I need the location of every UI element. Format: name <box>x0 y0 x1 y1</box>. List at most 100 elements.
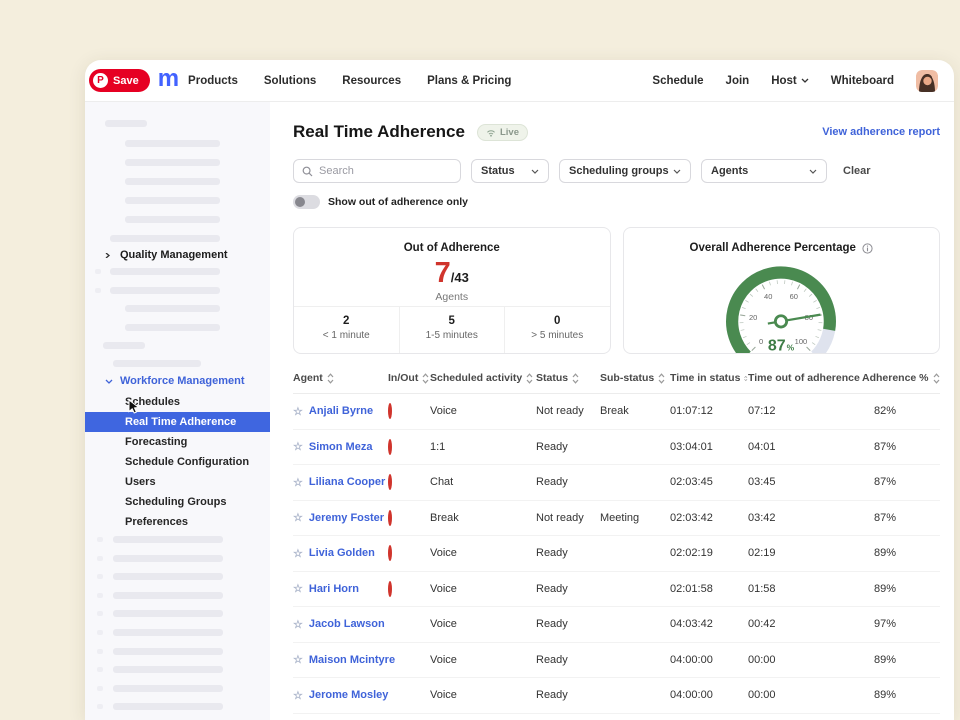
scheduling-groups-filter-dropdown[interactable]: Scheduling groups <box>559 159 691 183</box>
sidebar-skeleton-mark <box>97 704 103 709</box>
pinterest-save-button[interactable]: P Save <box>89 69 150 92</box>
nav-item-join[interactable]: Join <box>726 75 750 87</box>
sidebar-skeleton-bar <box>125 305 220 312</box>
sidebar-section-workforce-management[interactable]: Workforce Management <box>105 373 245 389</box>
stat-1-5-minutes: 5 1-5 minutes <box>399 307 505 353</box>
table-row: ☆Liliana CooperChatReady02:03:4503:4587% <box>293 465 940 501</box>
nav-item-host[interactable]: Host <box>771 75 809 87</box>
favorite-star-icon[interactable]: ☆ <box>293 440 303 453</box>
favorite-star-icon[interactable]: ☆ <box>293 582 303 595</box>
info-icon[interactable] <box>862 243 873 254</box>
column-header-in-out[interactable]: In/Out <box>388 372 430 384</box>
status-cell: Not ready <box>536 512 600 524</box>
status-cell: Ready <box>536 441 600 453</box>
table-row: ☆Jeremy FosterBreakNot readyMeeting02:03… <box>293 501 940 537</box>
column-header-sub-status[interactable]: Sub-status <box>600 372 670 384</box>
column-header-adherence-[interactable]: Adherence % <box>862 372 940 384</box>
agent-name-link[interactable]: ☆ Livia Golden <box>293 547 388 560</box>
sidebar-section-quality-management[interactable]: Quality Management <box>105 247 228 263</box>
sidebar-item-scheduling-groups[interactable]: Scheduling Groups <box>85 492 270 512</box>
agent-name-link[interactable]: ☆Jeremy Foster <box>293 511 388 524</box>
status-filter-dropdown[interactable]: Status <box>471 159 549 183</box>
agent-name-link[interactable]: ☆Simon Meza <box>293 440 388 453</box>
favorite-star-icon[interactable]: ☆ <box>293 476 303 489</box>
nav-item-schedule[interactable]: Schedule <box>652 75 703 87</box>
agent-name-link[interactable]: ☆ Jacob Lawson <box>293 618 388 631</box>
agent-name: Hari Horn <box>309 583 359 595</box>
time-in-status-cell: 03:04:01 <box>670 441 748 453</box>
sidebar-item-users[interactable]: Users <box>85 472 270 492</box>
status-cell: Ready <box>536 654 600 666</box>
sidebar-item-real-time-adherence[interactable]: Real Time Adherence <box>85 412 270 432</box>
column-header-time-in-status[interactable]: Time in status <box>670 372 748 384</box>
clear-filters-button[interactable]: Clear <box>843 165 871 177</box>
agent-name-link[interactable]: ☆Jerome Mosley <box>293 689 388 702</box>
view-adherence-report-link[interactable]: View adherence report <box>822 126 940 138</box>
nav-item-products[interactable]: Products <box>188 75 238 87</box>
sidebar-item-forecasting[interactable]: Forecasting <box>85 432 270 452</box>
table-row: ☆Jerome MosleyVoiceReady04:00:0000:0089% <box>293 678 940 714</box>
nav-item-whiteboard[interactable]: Whiteboard <box>831 75 894 87</box>
agent-name: Livia Golden <box>309 547 375 559</box>
sidebar-skeleton-bar <box>110 268 220 275</box>
toggle-knob <box>295 197 305 207</box>
out-of-adherence-count: 7/43 <box>294 257 610 290</box>
chevron-down-icon <box>105 379 113 384</box>
nav-item-resources[interactable]: Resources <box>342 75 401 87</box>
table-row: ☆Anjali ByrneVoiceNot readyBreak01:07:12… <box>293 394 940 430</box>
favorite-star-icon[interactable]: ☆ <box>293 511 303 524</box>
time-in-status-cell: 02:03:42 <box>670 512 748 524</box>
sidebar-item-schedules[interactable]: Schedules <box>85 392 270 412</box>
table-row: ☆Simon Meza1:1Ready03:04:0104:0187% <box>293 430 940 466</box>
column-header-status[interactable]: Status <box>536 372 600 384</box>
agent-name-link[interactable]: ☆ Liliana Cooper <box>293 476 388 489</box>
out-of-adherence-dot <box>388 510 392 526</box>
out-of-adherence-toggle[interactable] <box>293 195 320 209</box>
agents-filter-dropdown[interactable]: Agents <box>701 159 827 183</box>
adherence-percent-cell: 89% <box>862 689 940 701</box>
favorite-star-icon[interactable]: ☆ <box>293 653 303 666</box>
svg-text:0: 0 <box>759 337 763 346</box>
sidebar-skeleton-bar <box>125 324 220 331</box>
table-row: ☆Maison McintyreVoiceReady04:00:0000:008… <box>293 643 940 679</box>
sidebar-skeleton-bar <box>113 360 201 367</box>
scheduled-activity-cell: Voice <box>430 618 536 630</box>
wifi-icon <box>486 128 496 137</box>
nav-item-plans-pricing[interactable]: Plans & Pricing <box>427 75 511 87</box>
agent-name: Liliana Cooper <box>309 476 385 488</box>
table-row: ☆Livia GoldenVoiceReady02:02:1902:1989% <box>293 536 940 572</box>
scheduled-activity-cell: 1:1 <box>430 441 536 453</box>
table-row: ☆Jacob LawsonVoiceReady04:03:4200:4297% <box>293 607 940 643</box>
sidebar-skeleton-bar <box>125 159 220 166</box>
user-avatar[interactable] <box>916 70 938 92</box>
favorite-star-icon[interactable]: ☆ <box>293 618 303 631</box>
agent-name: Jacob Lawson <box>309 618 385 630</box>
favorite-star-icon[interactable]: ☆ <box>293 405 303 418</box>
stat-value: 5 <box>400 315 505 327</box>
gauge-hub <box>776 316 787 327</box>
sidebar-skeleton-bar <box>125 178 220 185</box>
stat-label: < 1 minute <box>294 330 399 341</box>
miro-logo[interactable]: m <box>158 67 178 91</box>
nav-item-solutions[interactable]: Solutions <box>264 75 316 87</box>
agent-name-link[interactable]: ☆Anjali Byrne <box>293 405 388 418</box>
scheduled-activity-cell: Chat <box>430 476 536 488</box>
out-of-adherence-card: Out of Adherence 7/43 Agents 2 < 1 minut… <box>293 227 611 354</box>
agent-name-link[interactable]: ☆ Hari Horn <box>293 582 388 595</box>
out-count-unit: Agents <box>294 291 610 303</box>
favorite-star-icon[interactable]: ☆ <box>293 547 303 560</box>
column-header-scheduled-activity[interactable]: Scheduled activity <box>430 372 536 384</box>
toggle-row: Show out of adherence only <box>293 195 940 209</box>
table-body: ☆Anjali ByrneVoiceNot readyBreak01:07:12… <box>293 394 940 720</box>
in-out-cell <box>388 476 430 488</box>
sidebar-item-preferences[interactable]: Preferences <box>85 512 270 532</box>
favorite-star-icon[interactable]: ☆ <box>293 689 303 702</box>
page: { "topnav": { "save_label": "Save", "sav… <box>0 0 960 720</box>
column-label: Agent <box>293 372 323 384</box>
agent-name-link[interactable]: ☆Maison Mcintyre <box>293 653 388 666</box>
column-header-agent[interactable]: Agent <box>293 372 388 384</box>
sidebar-item-schedule-configuration[interactable]: Schedule Configuration <box>85 452 270 472</box>
search-input[interactable]: Search <box>293 159 461 183</box>
time-in-status-cell: 02:02:19 <box>670 547 748 559</box>
column-header-time-out-of-adherence[interactable]: Time out of adherence <box>748 372 862 384</box>
